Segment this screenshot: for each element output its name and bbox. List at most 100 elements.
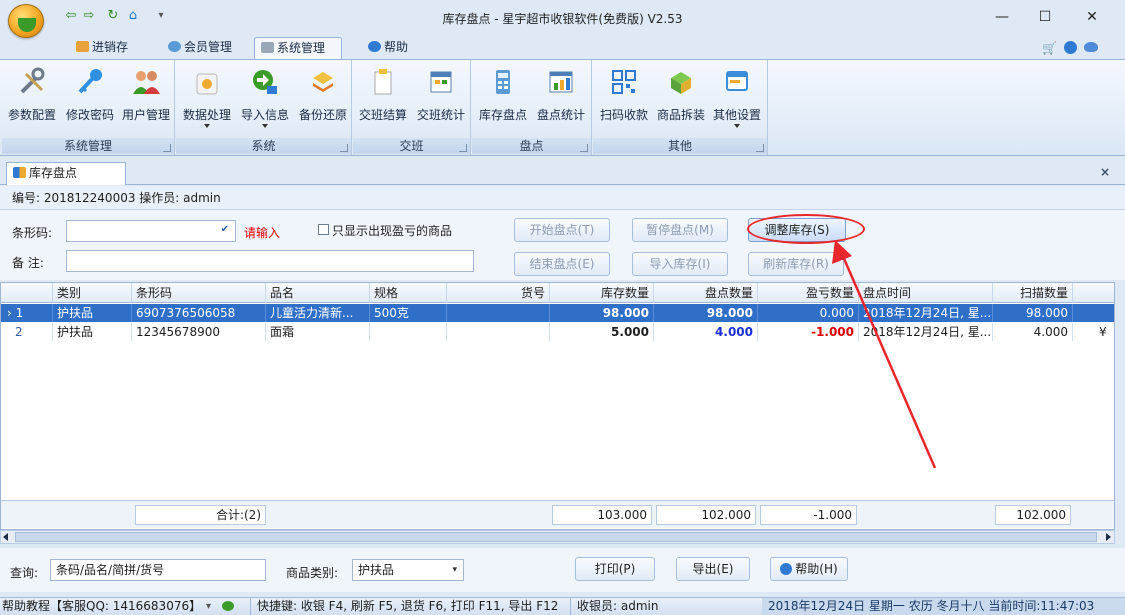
key-icon: [78, 69, 102, 94]
pause-count-button[interactable]: 暂停盘点(M): [632, 218, 728, 242]
cell-category[interactable]: 护扶品: [53, 323, 132, 341]
cell-spec[interactable]: 500克: [370, 304, 447, 322]
count-statistics-button[interactable]: 盘点统计: [532, 62, 590, 134]
tab-inventory[interactable]: 进销存: [70, 37, 136, 59]
data-processing-icon: [196, 73, 218, 95]
product-split-button[interactable]: 商品拆装: [653, 62, 709, 134]
param-config-button[interactable]: 参数配置: [4, 62, 60, 134]
help-icon: [368, 41, 381, 52]
change-password-button[interactable]: 修改密码: [62, 62, 118, 134]
info-icon[interactable]: [1064, 41, 1077, 54]
close-button[interactable]: ✕: [1075, 4, 1109, 30]
column-header[interactable]: 条形码: [132, 283, 266, 303]
import-info-button[interactable]: 导入信息: [236, 62, 294, 134]
status-datetime: 2018年12月24日 星期一 农历 冬月十八 当前时间:11:47:03: [762, 598, 1125, 615]
column-header[interactable]: 品名: [266, 283, 370, 303]
barcode-input[interactable]: ✔: [66, 220, 236, 242]
chevron-down-icon: [204, 124, 210, 128]
theme-icon[interactable]: [1084, 42, 1098, 52]
total-scanned: 102.000: [995, 505, 1071, 525]
cell-name[interactable]: 儿童活力清新...: [266, 304, 370, 322]
end-count-button[interactable]: 结束盘点(E): [514, 252, 610, 276]
group-launcher-icon[interactable]: [163, 144, 171, 152]
close-tab-icon[interactable]: ×: [1098, 165, 1112, 179]
column-header[interactable]: 规格: [370, 283, 447, 303]
help-button[interactable]: 帮助(H): [770, 557, 848, 581]
backup-icon: [313, 72, 333, 92]
remark-label: 备 注:: [12, 256, 44, 270]
column-header[interactable]: 类别: [53, 283, 132, 303]
group-label: 系统: [176, 138, 351, 154]
group-system: 数据处理 导入信息 备份还原 系统: [176, 60, 352, 155]
print-button[interactable]: 打印(P): [575, 557, 655, 581]
shift-settlement-button[interactable]: 交班结算: [355, 62, 411, 134]
tab-member[interactable]: 会员管理: [162, 37, 240, 59]
help-icon: [780, 563, 793, 575]
query-input[interactable]: 条码/品名/简拼/货号: [50, 559, 266, 581]
remark-input[interactable]: [66, 250, 474, 272]
group-label: 交班: [353, 138, 470, 154]
cell-scanned[interactable]: 4.000: [993, 323, 1073, 341]
window-settings-icon: [726, 71, 748, 91]
group-launcher-icon[interactable]: [580, 144, 588, 152]
cell-stock[interactable]: 5.000: [550, 323, 654, 341]
maximize-button[interactable]: ☐: [1028, 4, 1062, 30]
chevron-down-icon: [734, 124, 740, 128]
cell-stock[interactable]: 98.000: [550, 304, 654, 322]
grid-report-icon: [430, 71, 452, 93]
group-other: 扫码收款 商品拆装 其他设置 其他: [593, 60, 768, 155]
column-header[interactable]: 扫描数量: [993, 283, 1073, 303]
cell-count[interactable]: 4.000: [654, 323, 758, 341]
chevron-down-icon: [262, 124, 268, 128]
scroll-right-icon[interactable]: [1106, 533, 1111, 541]
cell-scanned[interactable]: 98.000: [993, 304, 1073, 322]
chevron-down-icon[interactable]: ▾: [206, 598, 211, 615]
current-row-icon: ›: [7, 306, 12, 320]
cell-category[interactable]: 护扶品: [53, 304, 132, 322]
bar-chart-icon: [549, 71, 573, 93]
status-help[interactable]: 帮助教程【客服QQ: 1416683076】: [2, 598, 201, 615]
group-launcher-icon[interactable]: [340, 144, 348, 152]
group-launcher-icon[interactable]: [756, 144, 764, 152]
chevron-down-icon[interactable]: ✔: [221, 224, 229, 235]
import-icon: [253, 70, 277, 94]
category-select[interactable]: 护扶品 ▾: [352, 559, 464, 581]
tab-system[interactable]: 系统管理: [254, 37, 342, 59]
inventory-count-button[interactable]: 库存盘点: [474, 62, 532, 134]
only-loss-checkbox[interactable]: [318, 224, 329, 235]
tab-help[interactable]: 帮助: [362, 37, 416, 59]
horizontal-scrollbar[interactable]: [0, 530, 1115, 544]
query-label: 查询:: [10, 566, 39, 580]
only-loss-label: 只显示出现盈亏的商品: [332, 224, 453, 238]
cart-icon[interactable]: 🛒: [1042, 41, 1057, 55]
cell-barcode[interactable]: 6907376506058: [132, 304, 266, 322]
group-launcher-icon[interactable]: [459, 144, 467, 152]
cell-barcode[interactable]: 12345678900: [132, 323, 266, 341]
user-management-button[interactable]: 用户管理: [118, 62, 174, 134]
cell-spec[interactable]: [370, 323, 447, 341]
import-stock-button[interactable]: 导入库存(I): [632, 252, 728, 276]
users-icon: [133, 71, 160, 94]
minimize-button[interactable]: —: [985, 4, 1019, 30]
cell-name[interactable]: 面霜: [266, 323, 370, 341]
cell-count[interactable]: 98.000: [654, 304, 758, 322]
other-settings-button[interactable]: 其他设置: [709, 62, 765, 134]
export-button[interactable]: 导出(E): [676, 557, 750, 581]
tab-inventory-count[interactable]: 库存盘点: [6, 162, 126, 185]
cell-sku[interactable]: [447, 304, 550, 322]
cell-sku[interactable]: [447, 323, 550, 341]
backup-restore-button[interactable]: 备份还原: [294, 62, 352, 134]
row-index: › 1: [1, 304, 53, 322]
column-header[interactable]: 盘点数量: [654, 283, 758, 303]
data-processing-button[interactable]: 数据处理: [178, 62, 236, 134]
column-header[interactable]: 库存数量: [550, 283, 654, 303]
status-logo-icon: [222, 601, 234, 611]
scroll-left-icon[interactable]: [3, 533, 8, 541]
total-stock: 103.000: [552, 505, 652, 525]
column-header[interactable]: 货号: [447, 283, 550, 303]
start-count-button[interactable]: 开始盘点(T): [514, 218, 610, 242]
ribbon-panel: 参数配置 修改密码 用户管理 系统管理 数据处理 导入信息 备份还原 系统 交班…: [0, 59, 1125, 156]
scroll-thumb[interactable]: [15, 532, 1097, 542]
shift-statistics-button[interactable]: 交班统计: [413, 62, 469, 134]
scan-payment-button[interactable]: 扫码收款: [595, 62, 653, 134]
